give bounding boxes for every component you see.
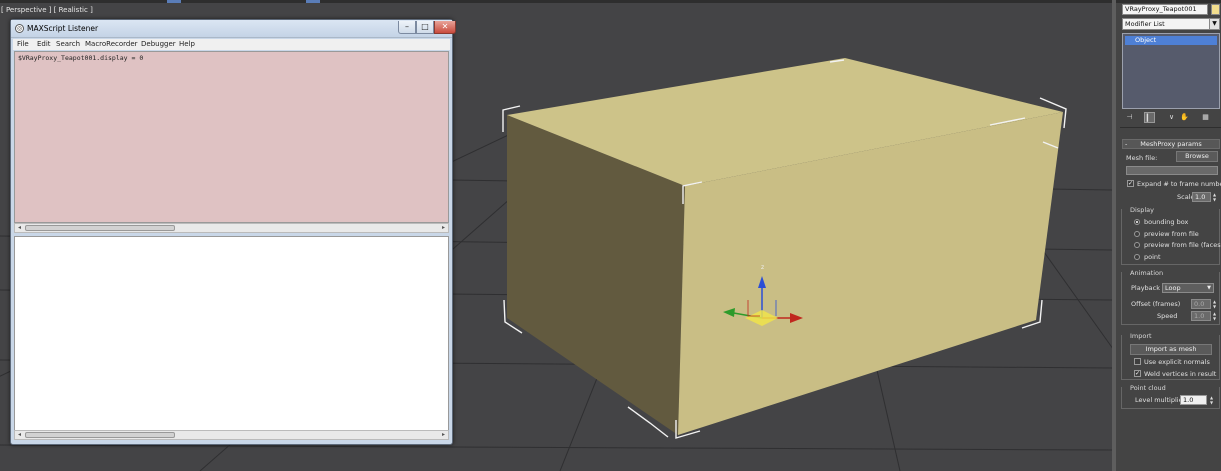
pin-stack-icon[interactable]: ⊣	[1124, 112, 1135, 123]
gizmo-z-label: z	[761, 264, 765, 271]
radio-preview-from-file-faces[interactable]	[1134, 242, 1140, 248]
meshproxy-rollout-header[interactable]: - MeshProxy params	[1122, 139, 1220, 149]
maxscript-listener-window[interactable]: ◎ MAXScript Listener – □ ✕ File Edit Sea…	[10, 19, 456, 445]
modifier-list-label: Modifier List	[1125, 20, 1165, 28]
mesh-file-label: Mesh file:	[1126, 154, 1158, 162]
speed-spinner[interactable]: ▲ ▼	[1211, 311, 1218, 321]
explicit-normals-checkbox[interactable]	[1134, 358, 1141, 365]
scroll-left-icon[interactable]: ◂	[15, 431, 24, 439]
panel-separator	[1120, 127, 1221, 128]
weld-vertices-label: Weld vertices in result	[1144, 370, 1217, 378]
level-multiplier-field[interactable]: 1.0	[1180, 395, 1207, 405]
command-panel: VRayProxy_Teapot001 Modifier List ▼ Obje…	[1112, 0, 1221, 471]
radio-point[interactable]	[1134, 254, 1140, 260]
level-multiplier-spinner[interactable]: ▲ ▼	[1208, 395, 1215, 405]
chevron-down-icon: ▼	[1207, 285, 1211, 291]
output-pane-scrollbar[interactable]: ◂ ▸	[14, 430, 449, 440]
meshproxy-rollout-title: MeshProxy params	[1140, 140, 1202, 148]
point-cloud-group-title: Point cloud	[1129, 384, 1167, 392]
browse-button[interactable]: Browse	[1176, 151, 1218, 162]
stack-toolbar: ⊣ ▎ ∨ ✋ ▦	[1122, 112, 1220, 124]
offset-field[interactable]: 0.0	[1191, 299, 1211, 309]
panel-top-strip	[1116, 0, 1221, 3]
import-group-title: Import	[1129, 332, 1153, 340]
weld-vertices-checkbox[interactable]: ✓	[1134, 370, 1141, 377]
menu-search[interactable]: Search	[56, 40, 80, 48]
option-point: point	[1144, 253, 1161, 261]
speed-field[interactable]: 1.0	[1191, 311, 1211, 321]
scroll-thumb[interactable]	[25, 225, 175, 231]
offset-label: Offset (frames)	[1131, 300, 1181, 308]
make-unique-icon[interactable]: ∨	[1166, 112, 1177, 123]
level-multiplier-label: Level multiplier	[1135, 396, 1186, 404]
expand-frame-checkbox[interactable]: ✓	[1127, 180, 1134, 187]
option-bounding-box: bounding box	[1144, 218, 1189, 226]
listener-titlebar[interactable]: ◎ MAXScript Listener – □ ✕	[11, 20, 456, 38]
display-group-title: Display	[1129, 206, 1155, 214]
object-name-field[interactable]: VRayProxy_Teapot001	[1122, 4, 1208, 15]
animation-group-title: Animation	[1129, 269, 1165, 277]
scroll-right-icon[interactable]: ▸	[439, 224, 448, 232]
mesh-file-field[interactable]	[1126, 166, 1218, 175]
scroll-left-icon[interactable]: ◂	[15, 224, 24, 232]
menu-macrorecorder[interactable]: MacroRecorder	[85, 40, 138, 48]
modifier-stack[interactable]: Object	[1122, 33, 1220, 109]
scroll-right-icon[interactable]: ▸	[439, 431, 448, 439]
menu-debugger[interactable]: Debugger	[141, 40, 176, 48]
explicit-normals-label: Use explicit normals	[1144, 358, 1210, 366]
close-button[interactable]: ✕	[434, 21, 456, 34]
macro-pane-scrollbar[interactable]: ◂ ▸	[14, 223, 449, 233]
speed-label: Speed	[1157, 312, 1178, 320]
remove-modifier-icon[interactable]: ✋	[1179, 112, 1190, 123]
scale-spinner[interactable]: ▲ ▼	[1211, 192, 1218, 202]
playback-dropdown[interactable]: Loop ▼	[1162, 283, 1214, 293]
macro-recorder-text[interactable]: $VRayProxy_Teapot001.display = 0	[18, 54, 143, 62]
offset-spinner[interactable]: ▲ ▼	[1211, 299, 1218, 309]
scale-field[interactable]: 1.0	[1192, 192, 1211, 202]
listener-menubar: File Edit Search MacroRecorder Debugger …	[13, 39, 450, 50]
radio-bounding-box[interactable]	[1134, 219, 1140, 225]
import-as-mesh-button[interactable]: Import as mesh	[1130, 344, 1212, 355]
listener-title: MAXScript Listener	[27, 24, 99, 33]
collapse-icon: -	[1125, 140, 1128, 148]
option-preview-from-file: preview from file	[1144, 230, 1199, 238]
option-preview-from-file-faces: preview from file (faces)	[1144, 241, 1221, 249]
show-end-result-icon[interactable]: ▎	[1144, 112, 1155, 123]
menu-help[interactable]: Help	[179, 40, 195, 48]
modifier-list-dropdown[interactable]: Modifier List ▼	[1122, 18, 1220, 30]
listener-output-pane[interactable]	[14, 236, 449, 432]
viewport-label[interactable]: [ Perspective ] [ Realistic ]	[1, 6, 93, 14]
scroll-thumb[interactable]	[25, 432, 175, 438]
maxscript-icon: ◎	[15, 24, 24, 33]
minimize-button[interactable]: –	[398, 21, 416, 34]
maximize-button[interactable]: □	[416, 21, 434, 34]
radio-preview-from-file[interactable]	[1134, 231, 1140, 237]
playback-value: Loop	[1165, 284, 1181, 292]
stack-item-object[interactable]: Object	[1125, 36, 1217, 45]
menu-edit[interactable]: Edit	[37, 40, 51, 48]
chevron-down-icon[interactable]: ▼	[1209, 19, 1219, 29]
menu-file[interactable]: File	[17, 40, 29, 48]
macro-recorder-pane[interactable]: $VRayProxy_Teapot001.display = 0	[14, 51, 449, 223]
configure-sets-icon[interactable]: ▦	[1200, 112, 1211, 123]
expand-frame-label: Expand # to frame number	[1137, 180, 1221, 188]
object-color-swatch[interactable]	[1211, 4, 1220, 15]
playback-label: Playback	[1131, 284, 1161, 292]
